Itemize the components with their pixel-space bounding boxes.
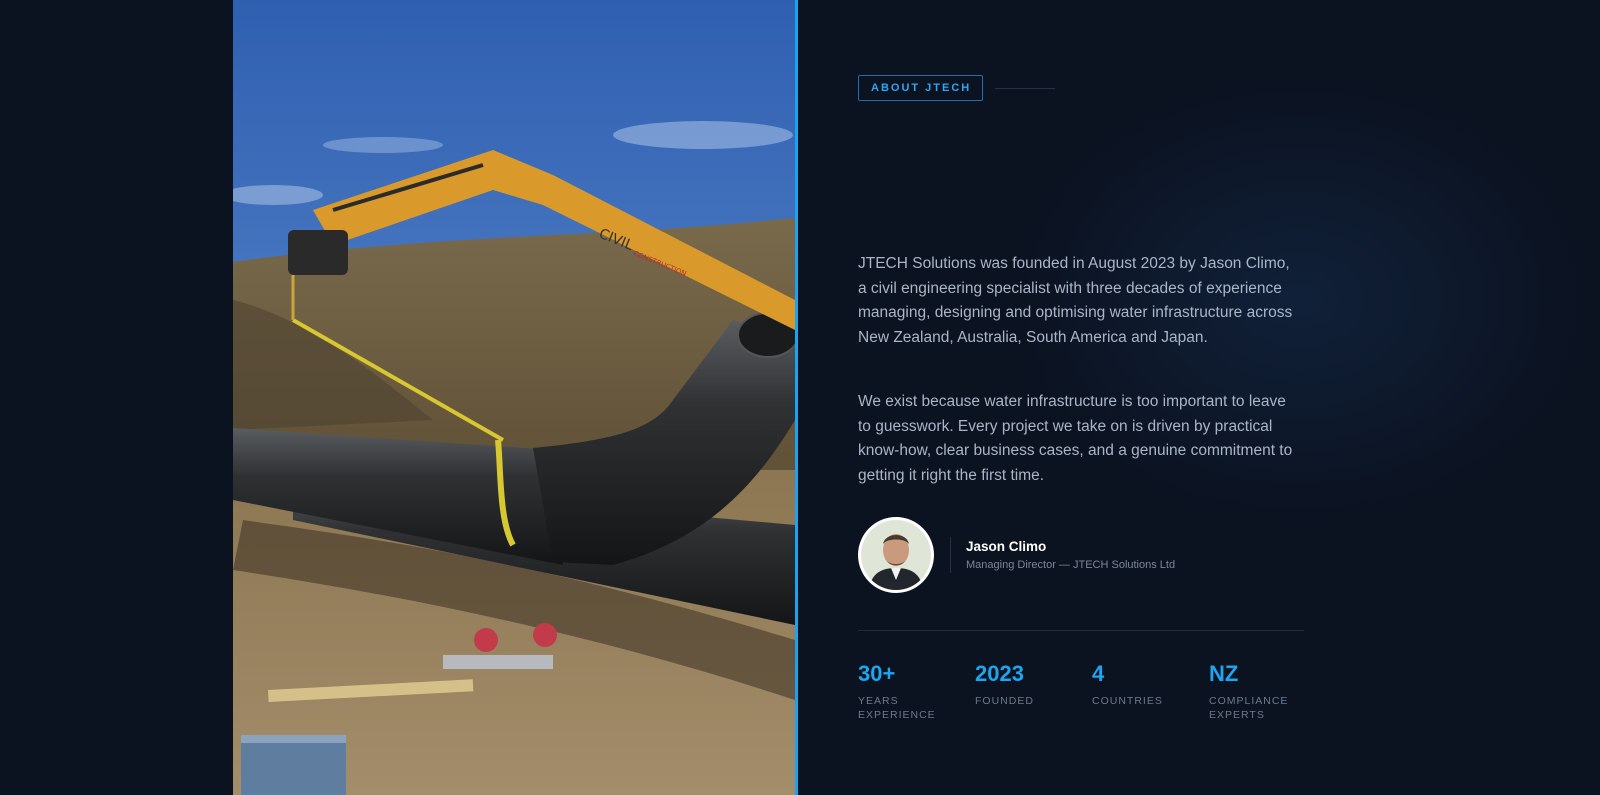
stats-divider bbox=[858, 630, 1304, 631]
stat-label: YEARS EXPERIENCE bbox=[858, 695, 936, 721]
founder-text: Jason Climo Managing Director — JTECH So… bbox=[966, 539, 1175, 571]
stat-value: 2023 bbox=[975, 661, 1024, 686]
about-eyebrow-badge: ABOUT JTECH bbox=[858, 75, 984, 101]
stat-value: NZ bbox=[1209, 661, 1239, 686]
stat-value: 30+ bbox=[858, 661, 896, 686]
founder-avatar bbox=[858, 517, 934, 593]
stat-label: COUNTRIES bbox=[1092, 695, 1163, 707]
stat-compliance-experts: NZ COMPLIANCE EXPERTS bbox=[1209, 660, 1326, 722]
founder-divider bbox=[950, 537, 951, 573]
about-paragraph-mission: We exist because water infrastructure is… bbox=[858, 393, 1293, 484]
stat-founded: 2023 FOUNDED bbox=[975, 660, 1092, 722]
stat-years-experience: 30+ YEARS EXPERIENCE bbox=[858, 660, 975, 722]
founder-name: Jason Climo bbox=[966, 539, 1047, 554]
founder-role: Managing Director — JTECH Solutions Ltd bbox=[966, 559, 1176, 571]
eyebrow-divider bbox=[995, 87, 1056, 89]
eyebrow-row: ABOUT JTECH bbox=[858, 75, 1056, 101]
stat-countries: 4 COUNTRIES bbox=[1092, 660, 1209, 722]
stat-value: 4 bbox=[1092, 661, 1105, 686]
photo-accent-edge bbox=[795, 0, 798, 795]
about-section: CIVIL CONSTRUCTION ABOUT JTECH JTECH Sol… bbox=[0, 0, 1600, 795]
stat-label: COMPLIANCE EXPERTS bbox=[1209, 695, 1289, 721]
pipeline-installation-photo: CIVIL CONSTRUCTION bbox=[233, 0, 795, 795]
stats-row: 30+ YEARS EXPERIENCE 2023 FOUNDED 4 COUN… bbox=[858, 660, 1326, 722]
founder-card: Jason Climo Managing Director — JTECH So… bbox=[858, 517, 1175, 593]
about-paragraph-founding: JTECH Solutions was founded in August 20… bbox=[858, 255, 1293, 346]
stat-label: FOUNDED bbox=[975, 695, 1034, 707]
